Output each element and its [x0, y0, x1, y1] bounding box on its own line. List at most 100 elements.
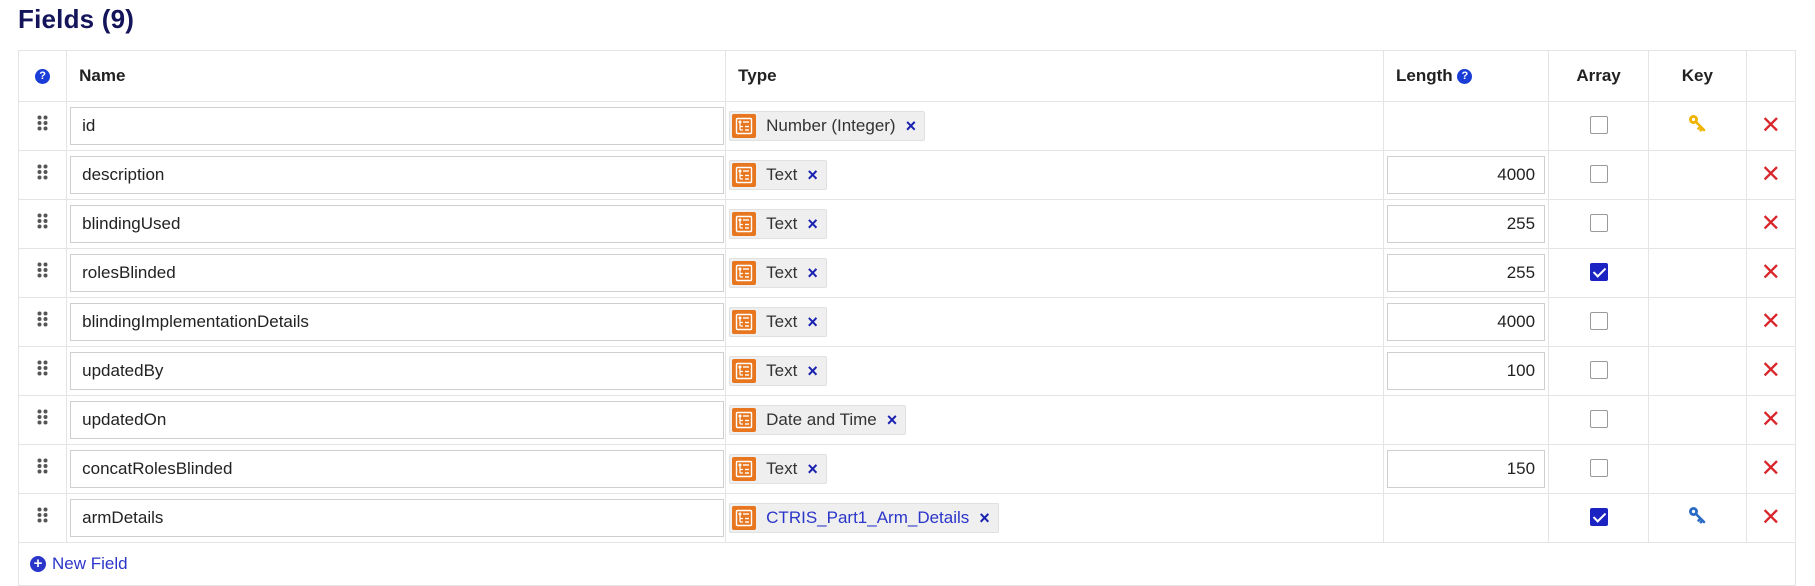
type-cell: Number (Integer) ×: [725, 101, 1385, 151]
key-cell: [1648, 444, 1747, 494]
type-chip[interactable]: CTRIS_Part1_Arm_Details ×: [729, 502, 999, 533]
type-label: CTRIS_Part1_Arm_Details: [766, 507, 970, 527]
field-name-input[interactable]: [70, 400, 725, 439]
delete-field-button[interactable]: ✕: [1761, 210, 1781, 237]
array-checkbox[interactable]: [1589, 410, 1608, 429]
length-input[interactable]: [1387, 204, 1546, 243]
array-cell: [1548, 248, 1650, 298]
name-cell: [66, 101, 727, 151]
field-name-input[interactable]: [70, 498, 725, 537]
length-input[interactable]: [1387, 449, 1546, 488]
delete-field-button[interactable]: ✕: [1761, 308, 1781, 335]
array-checkbox[interactable]: [1589, 165, 1608, 184]
field-name-input[interactable]: [70, 155, 725, 194]
array-checkbox[interactable]: [1589, 508, 1608, 527]
length-cell: [1383, 444, 1550, 494]
field-name-input[interactable]: [70, 351, 725, 390]
help-icon[interactable]: ?: [35, 68, 51, 84]
type-chip[interactable]: Date and Time ×: [729, 404, 907, 435]
delete-field-button[interactable]: ✕: [1761, 504, 1781, 531]
array-checkbox[interactable]: [1589, 361, 1608, 380]
name-column-header: Name: [66, 51, 727, 102]
array-cell: [1548, 101, 1650, 151]
actions-column-header: [1746, 51, 1795, 102]
foreign-key-icon[interactable]: [1687, 507, 1707, 529]
field-name-input[interactable]: [70, 253, 725, 292]
remove-type-icon[interactable]: ×: [807, 215, 818, 233]
length-input[interactable]: [1387, 351, 1546, 390]
array-checkbox[interactable]: [1589, 214, 1608, 233]
table-row: Text × ✕: [19, 444, 1795, 494]
fields-table-container: ? Name Type Length ? Array Key id Number…: [18, 50, 1796, 586]
type-label: Date and Time: [766, 409, 877, 429]
field-type-icon: [732, 211, 757, 236]
type-cell: Text ×: [725, 199, 1385, 249]
actions-cell: ✕: [1746, 444, 1795, 494]
remove-type-icon[interactable]: ×: [807, 313, 818, 331]
array-checkbox[interactable]: [1589, 312, 1608, 331]
length-input[interactable]: [1387, 253, 1546, 292]
type-chip[interactable]: Text ×: [729, 159, 827, 190]
field-type-icon: [732, 407, 757, 432]
delete-field-button[interactable]: ✕: [1761, 357, 1781, 384]
drag-handle-icon[interactable]: [37, 507, 48, 528]
drag-handle-icon[interactable]: [37, 409, 48, 430]
type-label: Text: [766, 311, 798, 331]
length-cell: [1383, 150, 1550, 200]
field-type-icon: [732, 456, 757, 481]
delete-field-button[interactable]: ✕: [1761, 161, 1781, 188]
drag-handle-icon[interactable]: [37, 115, 48, 136]
field-name-input[interactable]: [70, 302, 725, 341]
type-column-header: Type: [725, 51, 1385, 102]
length-help-icon[interactable]: ?: [1457, 68, 1473, 84]
type-label: Number (Integer): [766, 115, 896, 135]
type-cell: Text ×: [725, 297, 1385, 347]
delete-field-button[interactable]: ✕: [1761, 112, 1781, 139]
table-row: Text × ✕: [19, 150, 1795, 200]
length-column-header: Length ?: [1383, 51, 1550, 102]
length-header-label: Length: [1396, 65, 1453, 85]
remove-type-icon[interactable]: ×: [807, 166, 818, 184]
type-chip[interactable]: Number (Integer) ×: [729, 110, 926, 141]
actions-cell: ✕: [1746, 346, 1795, 396]
key-icon[interactable]: [1687, 115, 1707, 137]
remove-type-icon[interactable]: ×: [979, 509, 990, 527]
remove-type-icon[interactable]: ×: [807, 264, 818, 282]
name-cell: [66, 493, 727, 543]
type-cell: Text ×: [725, 346, 1385, 396]
type-label: Text: [766, 164, 798, 184]
delete-field-button[interactable]: ✕: [1761, 455, 1781, 482]
type-chip[interactable]: Text ×: [729, 453, 827, 484]
remove-type-icon[interactable]: ×: [807, 460, 818, 478]
array-cell: [1548, 346, 1650, 396]
key-cell: [1648, 346, 1747, 396]
drag-cell: [19, 150, 68, 200]
drag-handle-icon[interactable]: [37, 458, 48, 479]
array-checkbox[interactable]: [1589, 116, 1608, 135]
drag-handle-icon[interactable]: [37, 311, 48, 332]
field-name-input[interactable]: [70, 106, 725, 145]
array-checkbox[interactable]: [1589, 459, 1608, 478]
delete-field-button[interactable]: ✕: [1761, 259, 1781, 286]
type-chip[interactable]: Text ×: [729, 355, 827, 386]
key-cell: [1648, 199, 1747, 249]
type-chip[interactable]: Text ×: [729, 306, 827, 337]
name-cell: [66, 150, 727, 200]
drag-handle-icon[interactable]: [37, 164, 48, 185]
remove-type-icon[interactable]: ×: [906, 117, 917, 135]
type-cell: CTRIS_Part1_Arm_Details ×: [725, 493, 1385, 543]
length-input[interactable]: [1387, 155, 1546, 194]
drag-handle-icon[interactable]: [37, 360, 48, 381]
remove-type-icon[interactable]: ×: [807, 362, 818, 380]
type-chip[interactable]: Text ×: [729, 257, 827, 288]
remove-type-icon[interactable]: ×: [887, 411, 898, 429]
field-name-input[interactable]: [70, 449, 725, 488]
length-input[interactable]: [1387, 302, 1546, 341]
delete-field-button[interactable]: ✕: [1761, 406, 1781, 433]
drag-handle-icon[interactable]: [37, 213, 48, 234]
array-checkbox[interactable]: [1589, 263, 1608, 282]
new-field-button[interactable]: + New Field: [19, 543, 1795, 585]
drag-handle-icon[interactable]: [37, 262, 48, 283]
field-name-input[interactable]: [70, 204, 725, 243]
type-chip[interactable]: Text ×: [729, 208, 827, 239]
